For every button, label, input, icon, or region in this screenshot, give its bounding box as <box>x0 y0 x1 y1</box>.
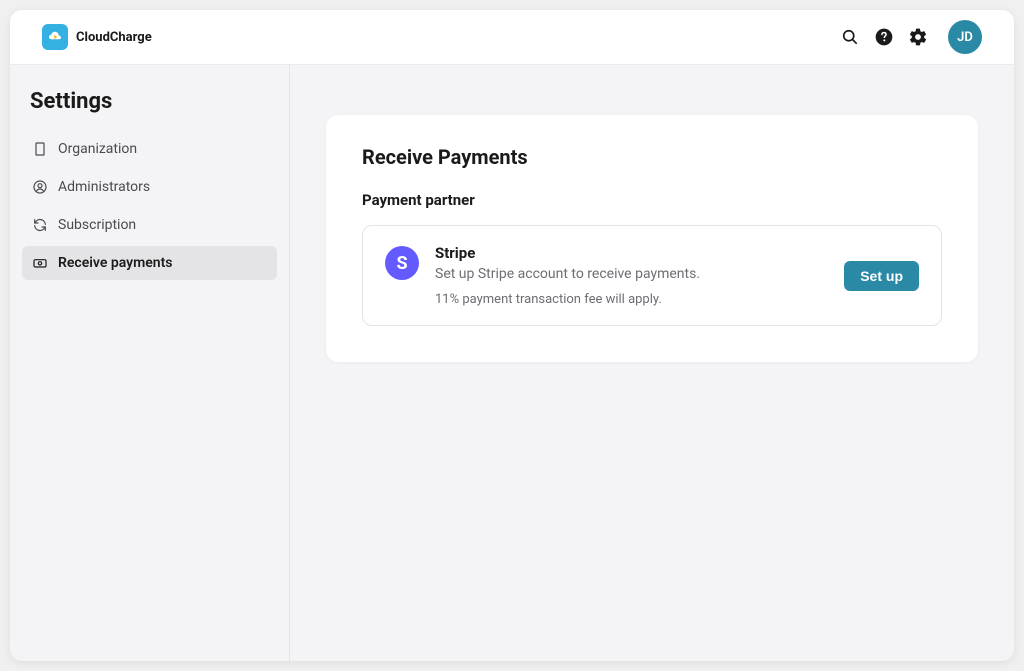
avatar-initials: JD <box>957 30 973 45</box>
sidebar-item-label: Administrators <box>58 179 150 195</box>
set-up-button[interactable]: Set up <box>844 261 919 291</box>
partner-note: 11% payment transaction fee will apply. <box>435 292 828 307</box>
building-icon <box>32 141 48 157</box>
sidebar: Settings Organization Administrators <box>10 65 290 661</box>
partner-description: Set up Stripe account to receive payment… <box>435 266 828 282</box>
sidebar-title: Settings <box>22 89 277 132</box>
sidebar-item-subscription[interactable]: Subscription <box>22 208 277 242</box>
sidebar-item-label: Receive payments <box>58 255 173 271</box>
brand-logo-icon <box>42 24 68 50</box>
brand[interactable]: CloudCharge <box>42 24 152 50</box>
sidebar-item-administrators[interactable]: Administrators <box>22 170 277 204</box>
money-icon <box>32 255 48 271</box>
refresh-icon <box>32 217 48 233</box>
search-icon[interactable] <box>840 27 860 47</box>
page-title: Receive Payments <box>362 145 942 169</box>
partner-card-stripe: S Stripe Set up Stripe account to receiv… <box>362 225 942 326</box>
brand-name: CloudCharge <box>76 30 152 45</box>
sidebar-item-label: Organization <box>58 141 137 157</box>
avatar[interactable]: JD <box>948 20 982 54</box>
sidebar-item-label: Subscription <box>58 217 136 233</box>
topbar: CloudCharge J <box>10 10 1014 65</box>
sidebar-item-organization[interactable]: Organization <box>22 132 277 166</box>
help-icon[interactable] <box>874 27 894 47</box>
app-window: CloudCharge J <box>10 10 1014 661</box>
stripe-logo-icon: S <box>385 246 419 280</box>
user-icon <box>32 179 48 195</box>
sidebar-item-receive-payments[interactable]: Receive payments <box>22 246 277 280</box>
gear-icon[interactable] <box>908 27 928 47</box>
partner-body: Stripe Set up Stripe account to receive … <box>435 244 828 307</box>
body: Settings Organization Administrators <box>10 65 1014 661</box>
main: Receive Payments Payment partner S Strip… <box>290 65 1014 661</box>
top-actions: JD <box>840 20 982 54</box>
receive-payments-card: Receive Payments Payment partner S Strip… <box>326 115 978 362</box>
partner-name: Stripe <box>435 244 828 262</box>
section-title: Payment partner <box>362 191 942 209</box>
